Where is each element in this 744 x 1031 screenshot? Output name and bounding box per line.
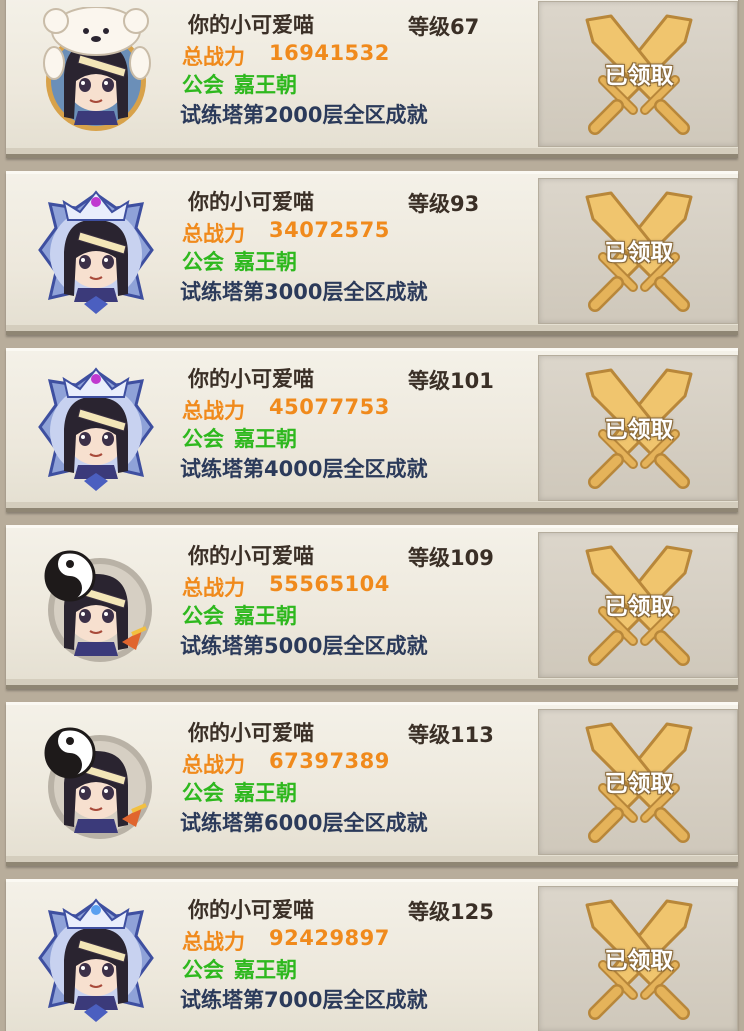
guild-label: 公会	[182, 73, 224, 97]
power-label: 总战力	[182, 222, 245, 246]
achievement-row: 你的小可爱喵 等级109 总战力 55565104 公会 嘉王朝 试练塔第500…	[6, 525, 738, 689]
achievement-row: 你的小可爱喵 等级101 总战力 45077753 公会 嘉王朝 试练塔第400…	[6, 348, 738, 512]
achievement-title: 试练塔第2000层全区成就	[180, 103, 428, 127]
guild-label: 公会	[182, 604, 224, 628]
power-label: 总战力	[182, 576, 245, 600]
guild-name: 嘉王朝	[234, 604, 297, 628]
claimed-label: 已领取	[604, 417, 674, 443]
claimed-button[interactable]: 已领取	[538, 355, 738, 501]
achievement-title: 试练塔第6000层全区成就	[180, 811, 428, 835]
guild-label: 公会	[182, 781, 224, 805]
player-name: 你的小可爱喵	[188, 544, 314, 568]
player-level: 等级67	[408, 15, 480, 39]
achievement-title: 试练塔第4000层全区成就	[180, 457, 428, 481]
power-value: 34072575	[269, 218, 390, 242]
guild-name: 嘉王朝	[234, 427, 297, 451]
achievement-list: 你的小可爱喵 等级67 总战力 16941532 公会 嘉王朝 试练塔第2000…	[0, 0, 744, 1031]
guild-label: 公会	[182, 427, 224, 451]
player-level: 等级113	[408, 723, 494, 747]
player-name: 你的小可爱喵	[188, 190, 314, 214]
claimed-button[interactable]: 已领取	[538, 886, 738, 1031]
power-value: 16941532	[269, 41, 390, 65]
achievement-row: 你的小可爱喵 等级113 总战力 67397389 公会 嘉王朝 试练塔第600…	[6, 702, 738, 866]
guild-name: 嘉王朝	[234, 250, 297, 274]
claimed-label: 已领取	[604, 63, 674, 89]
claimed-label: 已领取	[604, 948, 674, 974]
achievement-row: 你的小可爱喵 等级93 总战力 34072575 公会 嘉王朝 试练塔第3000…	[6, 171, 738, 335]
guild-name: 嘉王朝	[234, 781, 297, 805]
achievement-row: 你的小可爱喵 等级125 总战力 92429897 公会 嘉王朝 试练塔第700…	[6, 879, 738, 1031]
crown-frame-icon	[30, 184, 162, 316]
bear-hat-frame-icon	[30, 7, 162, 139]
player-level: 等级93	[408, 192, 480, 216]
achievement-row: 你的小可爱喵 等级67 总战力 16941532 公会 嘉王朝 试练塔第2000…	[6, 0, 738, 158]
power-label: 总战力	[182, 930, 245, 954]
guild-name: 嘉王朝	[234, 958, 297, 982]
power-value: 55565104	[269, 572, 390, 596]
claimed-button[interactable]: 已领取	[538, 532, 738, 678]
player-name: 你的小可爱喵	[188, 898, 314, 922]
crown-frame-icon	[30, 361, 162, 493]
guild-name: 嘉王朝	[234, 73, 297, 97]
player-level: 等级109	[408, 546, 494, 570]
yin-yang-frame-icon	[30, 538, 162, 670]
player-name: 你的小可爱喵	[188, 13, 314, 37]
power-value: 45077753	[269, 395, 390, 419]
achievement-title: 试练塔第3000层全区成就	[180, 280, 428, 304]
power-label: 总战力	[182, 399, 245, 423]
achievement-title: 试练塔第5000层全区成就	[180, 634, 428, 658]
guild-label: 公会	[182, 250, 224, 274]
player-name: 你的小可爱喵	[188, 721, 314, 745]
player-level: 等级101	[408, 369, 494, 393]
power-value: 67397389	[269, 749, 390, 773]
power-label: 总战力	[182, 45, 245, 69]
achievement-title: 试练塔第7000层全区成就	[180, 988, 428, 1012]
star-crown-frame-icon	[30, 892, 162, 1024]
player-name: 你的小可爱喵	[188, 367, 314, 391]
claimed-button[interactable]: 已领取	[538, 178, 738, 324]
claimed-button[interactable]: 已领取	[538, 709, 738, 855]
claimed-label: 已领取	[604, 240, 674, 266]
yin-yang-frame-icon	[30, 715, 162, 847]
power-label: 总战力	[182, 753, 245, 777]
claimed-label: 已领取	[604, 771, 674, 797]
claimed-button[interactable]: 已领取	[538, 1, 738, 147]
player-level: 等级125	[408, 900, 494, 924]
guild-label: 公会	[182, 958, 224, 982]
claimed-label: 已领取	[604, 594, 674, 620]
power-value: 92429897	[269, 926, 390, 950]
